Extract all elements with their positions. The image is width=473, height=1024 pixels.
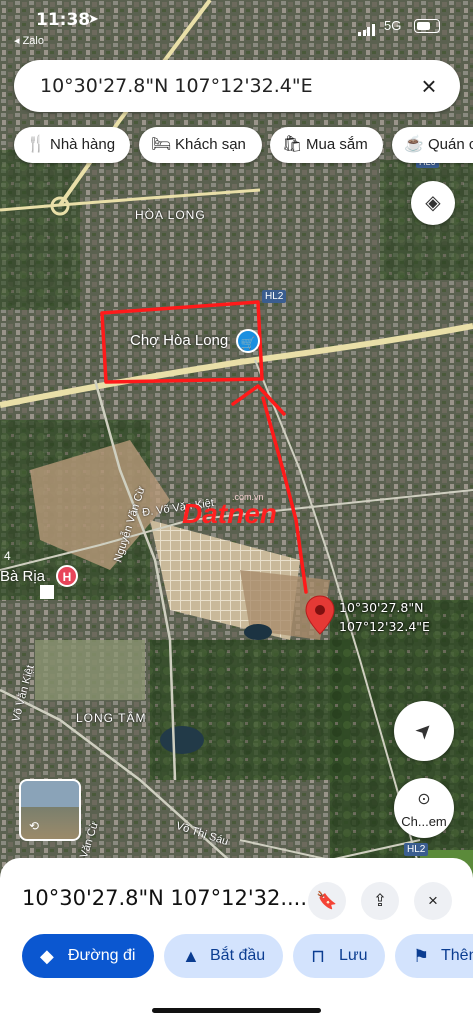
chip-label: Mua sắm <box>306 136 368 153</box>
bed-icon: 🛏 <box>151 136 172 153</box>
recenter-button[interactable]: ➤ <box>394 701 454 761</box>
close-icon[interactable]: × <box>414 882 452 920</box>
start-icon: ▲ <box>182 946 200 966</box>
chip-hotels[interactable]: 🛏 Khách sạn <box>139 127 262 163</box>
area-label-hoa-long: HÒA LONG <box>135 208 206 222</box>
navigation-arrow-icon: ➤ <box>410 717 438 745</box>
flag-button[interactable]: ⚑ Thên <box>395 934 473 978</box>
status-bar: 11:38 ➤ ◂ Zalo 5G <box>0 0 473 52</box>
close-icon[interactable]: × <box>412 69 446 103</box>
area-label-long-tam: LONG TÂM <box>76 711 147 725</box>
chip-label: Khách sạn <box>175 136 246 153</box>
action-label: Lưu <box>339 947 368 964</box>
status-time: 11:38 <box>36 10 91 30</box>
signal-icon <box>358 18 376 36</box>
start-button[interactable]: ▲ Bắt đầu <box>164 934 283 978</box>
layers-button[interactable]: ◈ <box>411 181 455 225</box>
chip-label: Quán c <box>428 136 473 153</box>
chip-cafes[interactable]: ☕ Quán c <box>392 127 473 163</box>
action-label: Đường đi <box>68 947 136 964</box>
bottom-sheet: 10°30'27.8"N 107°12'32.... 🔖 ⇪ × ◆ Đường… <box>0 858 473 1024</box>
location-arrow-icon: ➤ <box>88 11 99 26</box>
place-title: 10°30'27.8"N 107°12'32.... <box>22 886 308 910</box>
location-pin-icon[interactable] <box>305 595 335 635</box>
shopping-bag-icon: 🛍 <box>282 136 303 153</box>
action-label: Thên <box>441 947 473 964</box>
save-button[interactable]: ⊓ Lưu <box>293 934 385 978</box>
area-label-ba-ria-prefix: 4 <box>4 549 11 563</box>
search-bar[interactable]: 10°30'27.8"N 107°12'32.4"E × <box>14 60 460 112</box>
directions-icon: ◆ <box>40 946 54 966</box>
search-query[interactable]: 10°30'27.8"N 107°12'32.4"E <box>40 75 313 97</box>
chip-shopping[interactable]: 🛍 Mua sắm <box>270 127 383 163</box>
shopping-cart-icon[interactable]: 🛒 <box>236 329 260 353</box>
street-view-thumbnail[interactable]: ⟲ <box>19 779 81 841</box>
watermark: Datnen <box>182 498 277 529</box>
category-chips: 🍴 Nhà hàng 🛏 Khách sạn 🛍 Mua sắm ☕ Quán … <box>14 127 473 163</box>
hospital-icon[interactable]: H <box>56 565 78 587</box>
directions-button[interactable]: ◆ Đường đi <box>22 934 154 978</box>
road-badge-hl2: HL2 <box>262 290 287 303</box>
rotate-360-icon: ⟲ <box>29 819 40 833</box>
fork-knife-icon: 🍴 <box>26 136 46 153</box>
chip-label: Nhà hàng <box>50 136 116 153</box>
bookmark-icon: ⊓ <box>311 946 326 966</box>
coffee-icon: ☕ <box>404 136 424 153</box>
action-label: Bắt đầu <box>210 947 266 964</box>
pin-longitude: 107°12'32.4"E <box>339 619 430 634</box>
back-to-app-link[interactable]: ◂ Zalo <box>14 34 44 47</box>
home-indicator[interactable] <box>152 1008 321 1013</box>
pin-latitude: 10°30'27.8"N <box>339 600 424 615</box>
bookmark-icon[interactable]: 🔖 <box>308 882 346 920</box>
network-type: 5G <box>384 18 402 33</box>
area-label-ba-ria: Bà Rịa <box>0 568 46 585</box>
layers-icon: ◈ <box>425 192 441 214</box>
pin-coordinates-label: 10°30'27.8"N 107°12'32.4"E <box>339 598 430 636</box>
camera-search-button[interactable]: ⊙ Ch...em <box>394 778 454 838</box>
battery-icon <box>414 19 440 33</box>
chip-restaurants[interactable]: 🍴 Nhà hàng <box>14 127 130 163</box>
share-icon[interactable]: ⇪ <box>361 882 399 920</box>
camera-search-label: Ch...em <box>401 814 447 829</box>
poi-label-cho-hoa-long[interactable]: Chợ Hòa Long <box>130 332 228 349</box>
flag-icon: ⚑ <box>413 946 430 966</box>
